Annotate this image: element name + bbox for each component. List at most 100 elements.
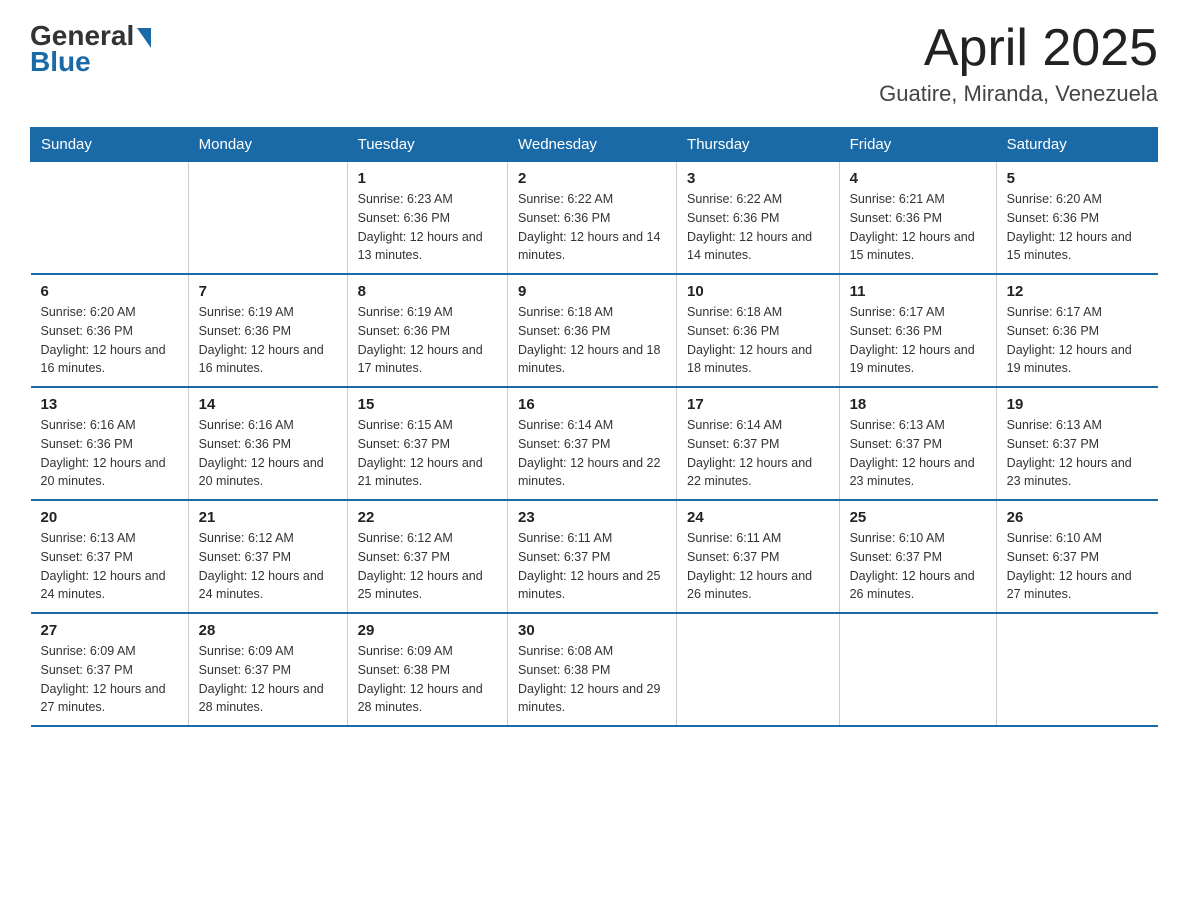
header-sunday: Sunday	[31, 128, 189, 162]
page-header: General Blue April 2025 Guatire, Miranda…	[30, 20, 1158, 107]
day-info: Sunrise: 6:16 AMSunset: 6:36 PMDaylight:…	[41, 416, 178, 491]
calendar-cell: 12 Sunrise: 6:17 AMSunset: 6:36 PMDayligh…	[996, 274, 1157, 387]
day-number: 8	[358, 283, 497, 300]
day-number: 19	[1007, 396, 1148, 413]
day-info: Sunrise: 6:13 AMSunset: 6:37 PMDaylight:…	[850, 416, 986, 491]
calendar-cell: 30 Sunrise: 6:08 AMSunset: 6:38 PMDayligh…	[507, 613, 676, 726]
calendar-cell: 1Sunrise: 6:23 AMSunset: 6:36 PMDaylight…	[347, 162, 507, 275]
day-info: Sunrise: 6:12 AMSunset: 6:37 PMDaylight:…	[199, 529, 337, 604]
day-number: 16	[518, 396, 666, 413]
day-info: Sunrise: 6:09 AMSunset: 6:38 PMDaylight:…	[358, 642, 497, 717]
calendar-week-row: 20 Sunrise: 6:13 AMSunset: 6:37 PMDayligh…	[31, 500, 1158, 613]
calendar-cell: 19 Sunrise: 6:13 AMSunset: 6:37 PMDayligh…	[996, 387, 1157, 500]
day-number: 15	[358, 396, 497, 413]
header-saturday: Saturday	[996, 128, 1157, 162]
day-number: 23	[518, 509, 666, 526]
day-info: Sunrise: 6:18 AMSunset: 6:36 PMDaylight:…	[687, 303, 829, 378]
day-info: Sunrise: 6:13 AMSunset: 6:37 PMDaylight:…	[41, 529, 178, 604]
calendar-cell: 7Sunrise: 6:19 AMSunset: 6:36 PMDaylight…	[188, 274, 347, 387]
calendar-week-row: 27 Sunrise: 6:09 AMSunset: 6:37 PMDayligh…	[31, 613, 1158, 726]
day-info: Sunrise: 6:22 AMSunset: 6:36 PMDaylight:…	[518, 190, 666, 265]
day-info: Sunrise: 6:13 AMSunset: 6:37 PMDaylight:…	[1007, 416, 1148, 491]
day-number: 11	[850, 283, 986, 300]
calendar-cell: 6Sunrise: 6:20 AMSunset: 6:36 PMDaylight…	[31, 274, 189, 387]
day-info: Sunrise: 6:17 AMSunset: 6:36 PMDaylight:…	[1007, 303, 1148, 378]
calendar-cell: 29 Sunrise: 6:09 AMSunset: 6:38 PMDayligh…	[347, 613, 507, 726]
day-number: 20	[41, 509, 178, 526]
calendar-cell: 11 Sunrise: 6:17 AMSunset: 6:36 PMDayligh…	[839, 274, 996, 387]
location-subtitle: Guatire, Miranda, Venezuela	[879, 81, 1158, 107]
calendar-cell	[31, 162, 189, 275]
day-info: Sunrise: 6:15 AMSunset: 6:37 PMDaylight:…	[358, 416, 497, 491]
title-area: April 2025 Guatire, Miranda, Venezuela	[879, 20, 1158, 107]
header-wednesday: Wednesday	[507, 128, 676, 162]
day-info: Sunrise: 6:09 AMSunset: 6:37 PMDaylight:…	[41, 642, 178, 717]
header-monday: Monday	[188, 128, 347, 162]
calendar-week-row: 13 Sunrise: 6:16 AMSunset: 6:36 PMDayligh…	[31, 387, 1158, 500]
calendar-cell: 17 Sunrise: 6:14 AMSunset: 6:37 PMDayligh…	[677, 387, 840, 500]
header-thursday: Thursday	[677, 128, 840, 162]
calendar-cell: 16 Sunrise: 6:14 AMSunset: 6:37 PMDayligh…	[507, 387, 676, 500]
day-info: Sunrise: 6:14 AMSunset: 6:37 PMDaylight:…	[687, 416, 829, 491]
header-tuesday: Tuesday	[347, 128, 507, 162]
day-info: Sunrise: 6:11 AMSunset: 6:37 PMDaylight:…	[518, 529, 666, 604]
calendar-cell: 21 Sunrise: 6:12 AMSunset: 6:37 PMDayligh…	[188, 500, 347, 613]
day-number: 26	[1007, 509, 1148, 526]
calendar-cell: 5 Sunrise: 6:20 AMSunset: 6:36 PMDaylight…	[996, 162, 1157, 275]
calendar-cell	[188, 162, 347, 275]
day-number: 21	[199, 509, 337, 526]
day-number: 28	[199, 622, 337, 639]
calendar-cell	[996, 613, 1157, 726]
calendar-cell	[839, 613, 996, 726]
day-number: 2	[518, 170, 666, 187]
calendar-cell: 10Sunrise: 6:18 AMSunset: 6:36 PMDayligh…	[677, 274, 840, 387]
day-number: 5	[1007, 170, 1148, 187]
day-number: 13	[41, 396, 178, 413]
header-friday: Friday	[839, 128, 996, 162]
day-info: Sunrise: 6:20 AMSunset: 6:36 PMDaylight:…	[41, 303, 178, 378]
month-title: April 2025	[879, 20, 1158, 77]
calendar-cell: 15 Sunrise: 6:15 AMSunset: 6:37 PMDayligh…	[347, 387, 507, 500]
day-number: 29	[358, 622, 497, 639]
day-info: Sunrise: 6:17 AMSunset: 6:36 PMDaylight:…	[850, 303, 986, 378]
calendar-cell: 2 Sunrise: 6:22 AMSunset: 6:36 PMDaylight…	[507, 162, 676, 275]
day-info: Sunrise: 6:12 AMSunset: 6:37 PMDaylight:…	[358, 529, 497, 604]
calendar-cell	[677, 613, 840, 726]
day-info: Sunrise: 6:16 AMSunset: 6:36 PMDaylight:…	[199, 416, 337, 491]
calendar-cell: 3Sunrise: 6:22 AMSunset: 6:36 PMDaylight…	[677, 162, 840, 275]
day-number: 24	[687, 509, 829, 526]
calendar-cell: 13 Sunrise: 6:16 AMSunset: 6:36 PMDayligh…	[31, 387, 189, 500]
day-number: 17	[687, 396, 829, 413]
calendar-cell: 27 Sunrise: 6:09 AMSunset: 6:37 PMDayligh…	[31, 613, 189, 726]
day-number: 3	[687, 170, 829, 187]
day-info: Sunrise: 6:19 AMSunset: 6:36 PMDaylight:…	[199, 303, 337, 378]
calendar-week-row: 1Sunrise: 6:23 AMSunset: 6:36 PMDaylight…	[31, 162, 1158, 275]
day-number: 9	[518, 283, 666, 300]
day-info: Sunrise: 6:14 AMSunset: 6:37 PMDaylight:…	[518, 416, 666, 491]
day-number: 4	[850, 170, 986, 187]
day-info: Sunrise: 6:10 AMSunset: 6:37 PMDaylight:…	[850, 529, 986, 604]
day-info: Sunrise: 6:19 AMSunset: 6:36 PMDaylight:…	[358, 303, 497, 378]
day-number: 30	[518, 622, 666, 639]
day-number: 27	[41, 622, 178, 639]
day-info: Sunrise: 6:08 AMSunset: 6:38 PMDaylight:…	[518, 642, 666, 717]
day-number: 25	[850, 509, 986, 526]
day-info: Sunrise: 6:20 AMSunset: 6:36 PMDaylight:…	[1007, 190, 1148, 265]
calendar-header-row: SundayMondayTuesdayWednesdayThursdayFrid…	[31, 128, 1158, 162]
logo-arrow-icon	[137, 28, 151, 48]
calendar-cell: 24 Sunrise: 6:11 AMSunset: 6:37 PMDayligh…	[677, 500, 840, 613]
day-info: Sunrise: 6:11 AMSunset: 6:37 PMDaylight:…	[687, 529, 829, 604]
day-info: Sunrise: 6:18 AMSunset: 6:36 PMDaylight:…	[518, 303, 666, 378]
calendar-cell: 14Sunrise: 6:16 AMSunset: 6:36 PMDayligh…	[188, 387, 347, 500]
day-number: 22	[358, 509, 497, 526]
day-number: 12	[1007, 283, 1148, 300]
day-info: Sunrise: 6:23 AMSunset: 6:36 PMDaylight:…	[358, 190, 497, 265]
calendar-cell: 20 Sunrise: 6:13 AMSunset: 6:37 PMDayligh…	[31, 500, 189, 613]
calendar-cell: 4Sunrise: 6:21 AMSunset: 6:36 PMDaylight…	[839, 162, 996, 275]
logo-blue-text: Blue	[30, 46, 91, 78]
logo: General Blue	[30, 20, 151, 78]
calendar-cell: 23 Sunrise: 6:11 AMSunset: 6:37 PMDayligh…	[507, 500, 676, 613]
calendar-cell: 28Sunrise: 6:09 AMSunset: 6:37 PMDayligh…	[188, 613, 347, 726]
calendar-week-row: 6Sunrise: 6:20 AMSunset: 6:36 PMDaylight…	[31, 274, 1158, 387]
calendar-cell: 9 Sunrise: 6:18 AMSunset: 6:36 PMDaylight…	[507, 274, 676, 387]
